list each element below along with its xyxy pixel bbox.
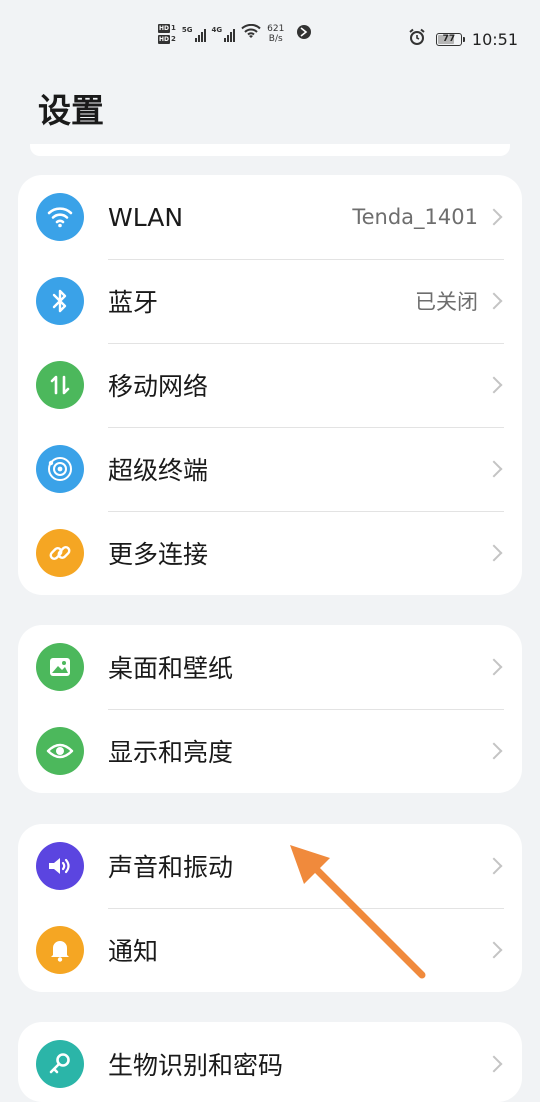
settings-group-display: 桌面和壁纸 显示和亮度: [18, 625, 522, 793]
network-speed: 621 B/s: [267, 24, 285, 44]
bluetooth-icon: [36, 277, 84, 325]
settings-item-label: WLAN: [108, 202, 184, 232]
bell-icon: [36, 926, 84, 974]
hd-badge-1: HD 1: [158, 24, 176, 33]
data-icon: [296, 24, 312, 44]
settings-item-notifications[interactable]: 通知: [18, 908, 522, 992]
alarm-icon: [408, 28, 426, 50]
super-device-icon: [36, 445, 84, 493]
settings-item-display-brightness[interactable]: 显示和亮度: [18, 709, 522, 793]
hd-voice-badges: HD 1 HD 2: [158, 24, 176, 44]
settings-item-wallpaper[interactable]: 桌面和壁纸: [18, 625, 522, 709]
settings-item-super-device[interactable]: 超级终端: [18, 427, 522, 511]
settings-group-sound: 声音和振动 通知: [18, 824, 522, 992]
settings-item-more-connections[interactable]: 更多连接: [18, 511, 522, 595]
battery-icon: 77: [435, 32, 465, 46]
settings-item-label: 桌面和壁纸: [108, 654, 234, 683]
page-title: 设置: [38, 91, 104, 130]
wallpaper-icon: [36, 643, 84, 691]
settings-group-security: 生物识别和密码: [18, 1022, 522, 1102]
chevron-right-icon: [485, 292, 503, 310]
settings-item-label: 通知: [108, 937, 159, 966]
eye-icon: [36, 727, 84, 775]
settings-group-connectivity: WLAN Tenda_1401 蓝牙 已关闭 移动网络 超级终端 更多连接: [18, 175, 522, 595]
chevron-right-icon: [485, 1055, 503, 1073]
status-bar: HD 1 HD 2 5G 4G 621 B/s 77 10:51: [0, 0, 540, 80]
settings-item-biometrics-password[interactable]: 生物识别和密码: [18, 1022, 522, 1102]
settings-item-label: 移动网络: [108, 372, 209, 401]
chevron-right-icon: [485, 544, 503, 562]
chevron-right-icon: [485, 742, 503, 760]
settings-item-label: 生物识别和密码: [108, 1051, 284, 1080]
mobile-data-icon: [36, 361, 84, 409]
settings-item-sound-vibration[interactable]: 声音和振动: [18, 824, 522, 908]
settings-item-label: 更多连接: [108, 540, 209, 569]
settings-item-label: 蓝牙: [108, 288, 159, 317]
chevron-right-icon: [485, 941, 503, 959]
settings-item-wlan[interactable]: WLAN Tenda_1401: [18, 175, 522, 259]
settings-item-value: Tenda_1401: [352, 205, 478, 229]
status-bar-network: HD 1 HD 2 5G 4G 621 B/s: [158, 23, 312, 44]
clock: 10:51: [471, 29, 518, 49]
key-icon: [36, 1040, 84, 1088]
link-icon: [36, 529, 84, 577]
wifi-icon: [241, 23, 261, 44]
settings-item-mobile-network[interactable]: 移动网络: [18, 343, 522, 427]
status-bar-right: 77 10:51: [408, 28, 518, 50]
search-bar[interactable]: [30, 144, 510, 156]
chevron-right-icon: [485, 376, 503, 394]
wifi-icon: [36, 193, 84, 241]
hd-badge-2: HD 2: [158, 35, 176, 44]
settings-item-label: 显示和亮度: [108, 738, 234, 767]
signal-icon: 5G: [182, 26, 206, 42]
speaker-icon: [36, 842, 84, 890]
settings-item-label: 声音和振动: [108, 853, 234, 882]
chevron-right-icon: [485, 658, 503, 676]
chevron-right-icon: [485, 460, 503, 478]
settings-item-bluetooth[interactable]: 蓝牙 已关闭: [18, 259, 522, 343]
settings-item-label: 超级终端: [108, 456, 209, 485]
signal-icon-2: 4G: [212, 26, 236, 42]
settings-item-value: 已关闭: [415, 290, 478, 314]
chevron-right-icon: [485, 857, 503, 875]
chevron-right-icon: [485, 208, 503, 226]
